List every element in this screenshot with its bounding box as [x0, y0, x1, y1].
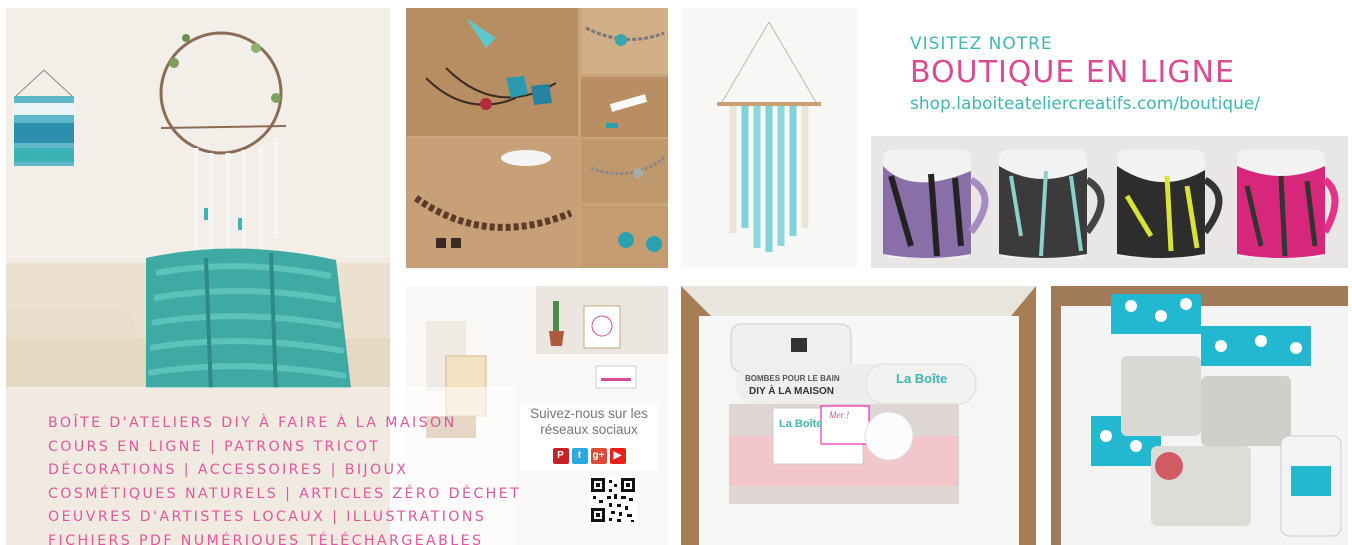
shop-title: BOUTIQUE EN LIGNE — [910, 55, 1235, 90]
social-follow-text: Suivez-nous sur les réseaux sociaux — [530, 406, 648, 437]
category-line: COSMÉTIQUES NATURELS | ARTICLES ZÉRO DÉC… — [48, 485, 522, 502]
shop-url-link[interactable]: shop.laboiteateliercreatifs.com/boutique… — [910, 94, 1340, 114]
shop-heading: VISITEZ NOTRE BOUTIQUE EN LIGNE shop.lab… — [910, 34, 1340, 114]
box-label-diy: DIY À LA MAISON — [749, 386, 835, 397]
categories-list: BOÎTE D'ATELIERS DIY À FAIRE À LA MAISON… — [48, 412, 521, 545]
box-label-bath-bombs: BOMBES POUR LE BAIN — [745, 374, 840, 383]
diy-box-photo-cosmetics — [1051, 286, 1348, 545]
macrame-wall-hanging-photo — [681, 8, 857, 268]
jewelry-collage-photo — [406, 8, 668, 268]
category-line: COURS EN LIGNE | PATRONS TRICOT — [48, 438, 381, 455]
category-line: BOÎTE D'ATELIERS DIY À FAIRE À LA MAISON — [48, 415, 457, 431]
diy-box-photo-bath-bombs: BOMBES POUR LE BAIN DIY À LA MAISON La B… — [681, 286, 1036, 545]
box-note: Mer ! — [829, 410, 850, 420]
social-icons-row: P t g+ ▶ — [520, 448, 658, 464]
painted-mugs-photo — [871, 136, 1348, 268]
category-line: OEUVRES D'ARTISTES LOCAUX | ILLUSTRATION… — [48, 509, 487, 525]
pinterest-icon[interactable]: P — [552, 448, 569, 464]
box-card-brand: La Boîte — [779, 418, 823, 430]
twitter-icon[interactable]: t — [571, 448, 588, 464]
shop-kicker: VISITEZ NOTRE — [910, 34, 1053, 54]
youtube-icon[interactable]: ▶ — [609, 448, 626, 464]
google-plus-icon[interactable]: g+ — [590, 448, 607, 464]
qr-code[interactable] — [589, 476, 637, 524]
category-line: DÉCORATIONS | ACCESSOIRES | BIJOUX — [48, 462, 409, 478]
category-line: FICHIERS PDF NUMÉRIQUES TÉLÉCHARGEABLES — [48, 532, 484, 545]
box-brand-label: La Boîte — [896, 371, 948, 386]
social-follow-block: Suivez-nous sur les réseaux sociaux P t … — [520, 404, 658, 470]
